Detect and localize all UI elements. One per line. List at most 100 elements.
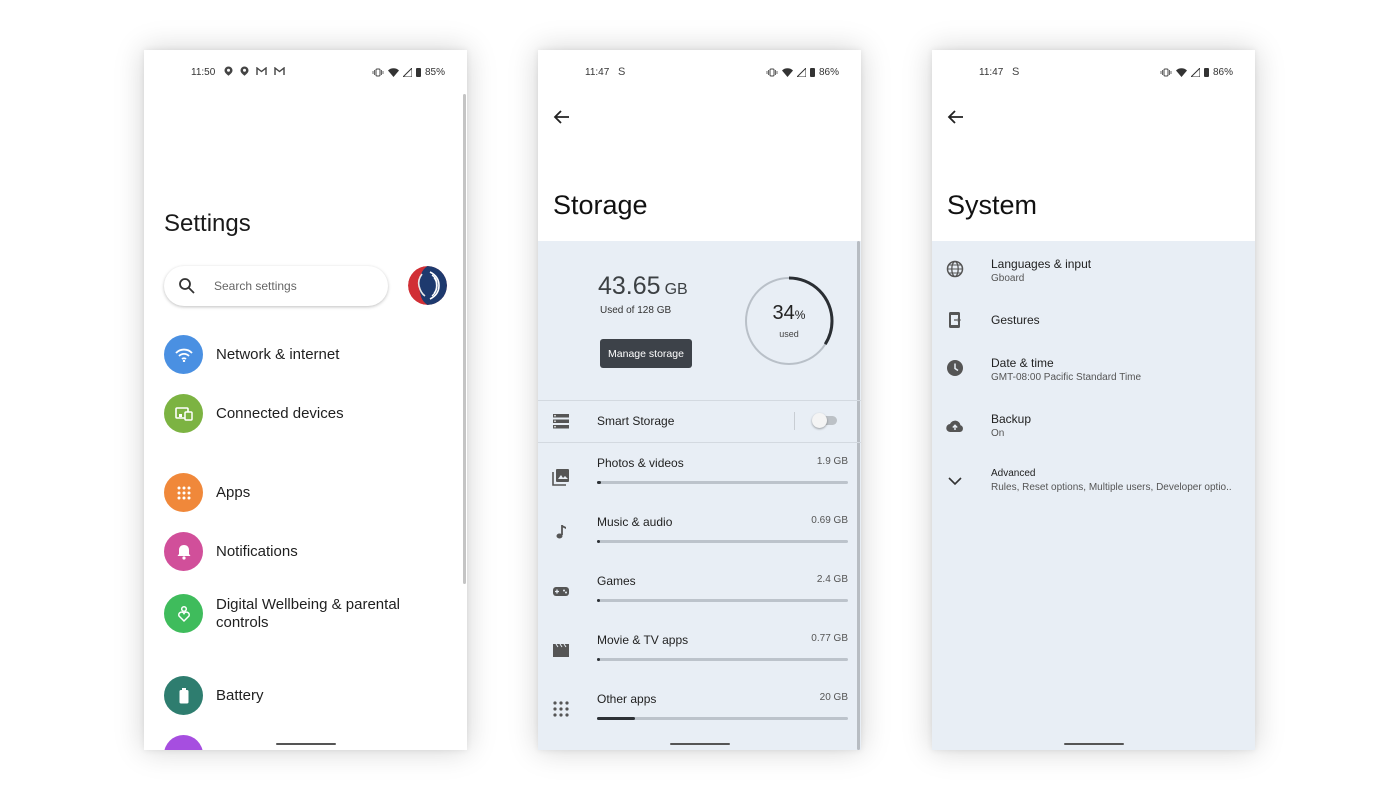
notification-icons: S <box>1012 66 1019 78</box>
storage-used-amount: 43.65 GB <box>598 272 688 301</box>
gesture-nav-handle[interactable] <box>275 743 336 745</box>
system-item-backup[interactable]: Backup On <box>932 412 1255 452</box>
settings-item-apps[interactable]: Apps <box>164 473 454 513</box>
storage-used-unit: GB <box>664 281 688 298</box>
manage-storage-button[interactable]: Manage storage <box>600 339 692 368</box>
storage-category-row[interactable]: Games 2.4 GB <box>538 574 861 624</box>
storage-category-row[interactable]: Music & audio 0.69 GB <box>538 515 861 565</box>
bell-icon <box>164 532 203 571</box>
storage-percent-sign: % <box>794 308 806 322</box>
notification-icons <box>224 66 285 76</box>
maps-notification-icon <box>240 66 249 76</box>
system-item-title: Backup <box>991 412 1032 426</box>
settings-item-network[interactable]: Network & internet <box>164 335 454 375</box>
storage-category-bar <box>597 717 848 720</box>
search-placeholder: Search settings <box>214 279 297 293</box>
apps-grid-icon <box>553 701 569 717</box>
system-item-gestures[interactable]: Gestures <box>932 312 1255 343</box>
system-item-title: Advanced <box>991 468 1036 479</box>
gesture-nav-handle[interactable] <box>669 743 730 745</box>
settings-item-label-line2: controls <box>216 614 269 631</box>
page-title: System <box>947 190 1038 220</box>
storage-category-bar <box>597 658 848 661</box>
storage-category-bar <box>597 481 848 484</box>
gamepad-icon <box>553 587 569 596</box>
search-bar[interactable]: Search settings <box>164 266 388 306</box>
storage-used-value: 43.65 <box>598 272 661 300</box>
gmail-notification-icon <box>256 66 267 75</box>
system-item-title: Gestures <box>991 313 1040 327</box>
battery-status-icon <box>415 68 421 77</box>
settings-item-label: Battery <box>216 687 264 704</box>
settings-item-label: Digital Wellbeing & parental controls <box>216 596 400 632</box>
status-right: 86% <box>1160 67 1233 78</box>
storage-category-label: Other apps <box>597 692 657 706</box>
maps-notification-icon <box>224 66 233 76</box>
storage-category-bar <box>597 540 848 543</box>
vibrate-icon <box>372 68 384 77</box>
storage-category-size: 1.9 GB <box>816 456 848 467</box>
status-time: 11:50 <box>191 67 216 78</box>
system-item-title: Date & time <box>991 356 1054 370</box>
gmail-notification-icon <box>274 66 285 75</box>
wifi-status-icon <box>781 68 793 77</box>
storage-category-bar-fill <box>597 599 600 602</box>
settings-item-label: Network & internet <box>216 346 340 363</box>
divider <box>538 442 861 443</box>
battery-icon <box>164 676 203 715</box>
settings-item-label: Apps <box>216 484 251 501</box>
settings-item-connected-devices[interactable]: Connected devices <box>164 394 454 434</box>
system-item-subtitle: Gboard <box>991 273 1025 284</box>
storage-category-label: Photos & videos <box>597 456 684 470</box>
settings-item-digital-wellbeing[interactable]: Digital Wellbeing & parental controls <box>164 594 454 638</box>
avatar-image <box>408 266 447 305</box>
storage-category-size: 20 GB <box>819 692 848 703</box>
wifi-status-icon <box>387 68 399 77</box>
battery-percent: 86% <box>1212 67 1233 78</box>
wellbeing-icon <box>164 594 203 633</box>
settings-item-notifications[interactable]: Notifications <box>164 532 454 572</box>
storage-category-size: 2.4 GB <box>816 574 848 585</box>
cloud-upload-icon <box>946 420 963 433</box>
storage-category-row[interactable]: Movie & TV apps 0.77 GB <box>538 633 861 683</box>
vibrate-icon <box>1160 68 1172 77</box>
status-bar: 11:47 S 86% <box>538 66 861 80</box>
status-right: 86% <box>766 67 839 78</box>
clock-icon <box>947 360 963 376</box>
storage-category-size: 0.69 GB <box>811 515 848 526</box>
status-bar: 11:50 85% <box>144 66 467 80</box>
movie-clapper-icon <box>553 643 569 657</box>
back-arrow-icon[interactable] <box>946 107 966 127</box>
notification-icons: S <box>618 66 625 78</box>
smart-storage-toggle-thumb[interactable] <box>812 413 827 428</box>
battery-percent: 85% <box>424 67 445 78</box>
storage-category-row[interactable]: Photos & videos 1.9 GB <box>538 456 861 506</box>
wifi-status-icon <box>1175 68 1187 77</box>
system-item-advanced[interactable]: Advanced Rules, Reset options, Multiple … <box>932 468 1255 508</box>
storage-category-row[interactable]: Other apps 20 GB <box>538 692 861 742</box>
gesture-nav-handle[interactable] <box>1063 743 1124 745</box>
scrollbar[interactable] <box>463 94 466 584</box>
page-title: Settings <box>164 210 251 237</box>
page-title: Storage <box>553 190 648 220</box>
chevron-down-icon <box>948 477 962 486</box>
signal-icon <box>1190 68 1200 77</box>
settings-screen: 11:50 85% Settings Search settings Netwo… <box>144 50 467 750</box>
sync-notification-icon: S <box>1012 66 1020 78</box>
system-item-subtitle: GMT-08:00 Pacific Standard Time <box>991 372 1142 383</box>
back-arrow-icon[interactable] <box>552 107 572 127</box>
system-item-date-time[interactable]: Date & time GMT-08:00 Pacific Standard T… <box>932 356 1255 396</box>
system-item-subtitle: Rules, Reset options, Multiple users, De… <box>991 482 1232 493</box>
storage-used-of: Used of 128 GB <box>600 305 672 316</box>
wifi-icon <box>164 335 203 374</box>
sync-notification-icon: S <box>618 66 626 78</box>
gestures-icon <box>949 312 961 328</box>
status-time: 11:47 <box>585 67 610 78</box>
storage-percent-value: 34 <box>772 302 795 324</box>
settings-item-label-line1: Digital Wellbeing & parental <box>216 596 400 613</box>
avatar[interactable] <box>408 266 447 305</box>
storage-category-bar-fill <box>597 481 601 484</box>
battery-percent: 86% <box>818 67 839 78</box>
system-item-languages[interactable]: Languages & input Gboard <box>932 257 1255 297</box>
settings-item-battery[interactable]: Battery <box>164 676 454 716</box>
